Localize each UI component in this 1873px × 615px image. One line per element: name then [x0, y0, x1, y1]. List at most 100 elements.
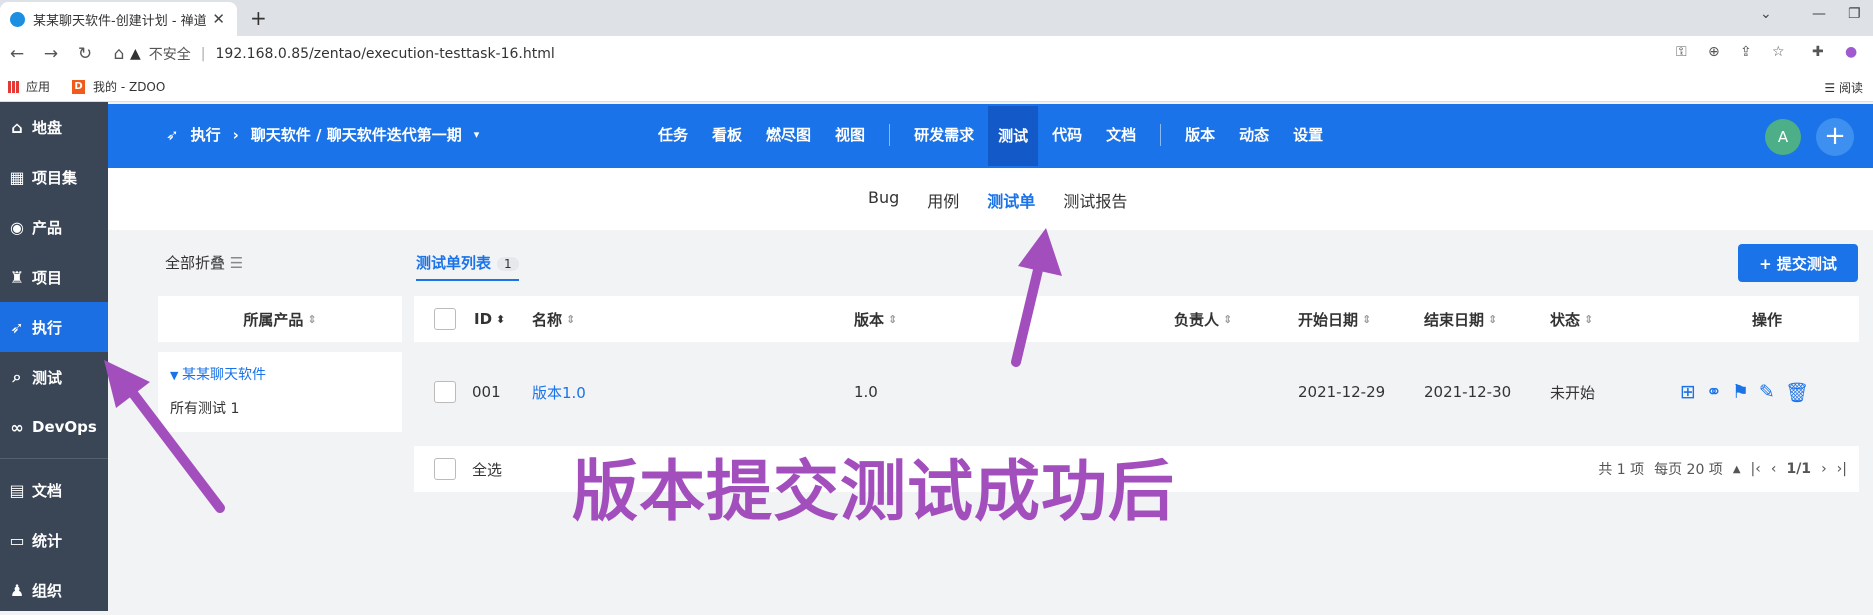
back-icon[interactable]: ←	[0, 44, 34, 64]
url-separator: |	[200, 46, 206, 62]
nav-kanban[interactable]: 看板	[712, 124, 742, 166]
sidebar-item-programs[interactable]: ▦ 项目集	[0, 152, 108, 202]
browser-tab-strip: 某某聊天软件-创建计划 - 禅道 ✕ + ⌄ — ❐	[0, 0, 1873, 36]
subnav-testtask[interactable]: 测试单	[987, 188, 1035, 212]
col-begin[interactable]: 开始日期 ⇕	[1298, 296, 1371, 342]
col-end[interactable]: 结束日期 ⇕	[1424, 296, 1497, 342]
row-status: 未开始	[1550, 383, 1596, 402]
sort-desc-icon: ⬍	[496, 312, 506, 326]
select-all-label[interactable]: 全选	[472, 446, 502, 492]
row-name-link[interactable]: 版本1.0	[532, 352, 586, 432]
col-build[interactable]: 版本 ⇕	[854, 296, 897, 342]
header-checkbox[interactable]	[434, 308, 456, 330]
home-icon: ⌂	[11, 117, 23, 137]
sidebar-item-org[interactable]: ♟ 组织	[0, 565, 108, 615]
nav-code[interactable]: 代码	[1052, 124, 1082, 166]
bookmark-apps[interactable]: 应用	[8, 78, 50, 95]
url-text: 192.168.0.85/zentao/execution-testtask-1…	[215, 46, 555, 62]
subnav-bug[interactable]: Bug	[868, 188, 899, 212]
restore-icon[interactable]: ❐	[1848, 6, 1861, 22]
sidebar-item-product[interactable]: ◉ 产品	[0, 202, 108, 252]
prev-page-icon[interactable]: ‹	[1771, 461, 1777, 477]
doc-icon: ▤	[9, 480, 25, 500]
per-page-caret-icon[interactable]: ▲	[1733, 464, 1741, 475]
flag-icon[interactable]: ⚑	[1732, 381, 1749, 403]
new-tab-button[interactable]: +	[250, 6, 267, 30]
url-field[interactable]: ▲ 不安全 | 192.168.0.85/zentao/execution-te…	[130, 40, 1650, 68]
sidebar-label: 执行	[32, 318, 63, 337]
close-tab-icon[interactable]: ✕	[212, 10, 225, 28]
pager-total: 共 1 项	[1598, 462, 1645, 478]
crumb-section[interactable]: 执行	[191, 124, 221, 145]
star-icon[interactable]: ☆	[1772, 44, 1785, 60]
tab-testtask-list[interactable]: 测试单列表 1	[416, 252, 519, 281]
browser-tab[interactable]: 某某聊天软件-创建计划 - 禅道 ✕	[0, 2, 237, 36]
row-checkbox[interactable]	[434, 381, 456, 403]
nav-build[interactable]: 版本	[1185, 124, 1215, 166]
avatar[interactable]: A	[1765, 119, 1801, 155]
submit-test-button[interactable]: + 提交测试	[1738, 244, 1858, 282]
col-owner[interactable]: 负责人 ⇕	[1174, 296, 1232, 342]
apps-grid-icon	[8, 80, 20, 93]
edit-icon[interactable]: ✎	[1759, 381, 1775, 403]
select-all-checkbox[interactable]	[434, 458, 456, 480]
nav-doc[interactable]: 文档	[1106, 124, 1136, 166]
next-page-icon[interactable]: ›	[1821, 461, 1827, 477]
profile-icon[interactable]: ●	[1845, 44, 1857, 60]
col-name[interactable]: 名称 ⇕	[532, 296, 575, 342]
sidebar-item-stats[interactable]: ▭ 统计	[0, 515, 108, 565]
col-id[interactable]: ID ⬍	[474, 296, 505, 342]
forward-icon[interactable]: →	[34, 44, 68, 64]
bookmark-zdoo[interactable]: D 我的 - ZDOO	[72, 78, 165, 95]
zdoo-logo-icon: D	[72, 79, 86, 94]
reader-mode[interactable]: ☰ 阅读	[1824, 79, 1863, 96]
product-tree-item[interactable]: ▼ 某某聊天软件	[170, 364, 390, 384]
sidebar-item-execution[interactable]: ➶ 执行	[0, 302, 108, 352]
nav-dynamic[interactable]: 动态	[1239, 124, 1269, 166]
nav-task[interactable]: 任务	[658, 124, 688, 166]
product-column-header[interactable]: 所属产品 ⇕	[158, 296, 402, 342]
last-page-icon[interactable]: ›|	[1837, 461, 1847, 477]
nav-view[interactable]: 视图	[835, 124, 865, 166]
all-tests-item[interactable]: 所有测试 1	[170, 398, 390, 418]
nav-settings[interactable]: 设置	[1293, 124, 1323, 166]
sidebar-item-docs[interactable]: ▤ 文档	[0, 465, 108, 515]
tab-search-icon[interactable]: ⌄	[1760, 6, 1772, 22]
product-tree: ▼ 某某聊天软件 所有测试 1	[158, 352, 402, 432]
crumb-path[interactable]: 聊天软件 / 聊天软件迭代第一期	[251, 124, 462, 145]
subnav-case[interactable]: 用例	[927, 188, 959, 212]
collapse-all-toggle[interactable]: 全部折叠 ☰	[165, 252, 243, 273]
delete-icon[interactable]: 🗑	[1785, 381, 1809, 404]
nav-test[interactable]: 测试	[988, 106, 1039, 166]
sidebar-item-devops[interactable]: ∞ DevOps	[0, 402, 108, 452]
sidebar-item-project[interactable]: ♜ 项目	[0, 252, 108, 302]
minimize-icon[interactable]: —	[1812, 6, 1826, 22]
sort-icon: ⇕	[888, 312, 898, 326]
reload-icon[interactable]: ↻	[68, 44, 102, 64]
sort-icon: ⇕	[1584, 312, 1594, 326]
share-icon[interactable]: ⇪	[1740, 44, 1752, 60]
sort-icon: ⇕	[1362, 312, 1372, 326]
sidebar-item-test[interactable]: ⌕ 测试	[0, 352, 108, 402]
rocket-icon: ♜	[9, 267, 25, 287]
top-navbar: ➶ 执行 › 聊天软件 / 聊天软件迭代第一期 ▾ 任务 看板 燃尽图 视图 研…	[108, 104, 1873, 168]
col-status[interactable]: 状态 ⇕	[1550, 296, 1593, 342]
create-plus-button[interactable]: +	[1816, 118, 1854, 156]
execution-nav: 任务 看板 燃尽图 视图 研发需求 测试 代码 文档 版本 动态 设置	[658, 106, 1347, 166]
key-icon[interactable]: ⚿	[1676, 44, 1687, 60]
nav-burndown[interactable]: 燃尽图	[766, 124, 811, 166]
chevron-down-icon[interactable]: ▾	[474, 128, 480, 141]
subnav-report[interactable]: 测试报告	[1063, 188, 1127, 212]
nav-story[interactable]: 研发需求	[914, 124, 974, 166]
address-bar-row: ← → ↻ ⌂ ▲ 不安全 | 192.168.0.85/zentao/exec…	[0, 36, 1873, 72]
sidebar-item-dashboard[interactable]: ⌂ 地盘	[0, 102, 108, 152]
product-name: 某某聊天软件	[181, 367, 266, 383]
pager-per-page[interactable]: 每页 20 项	[1654, 459, 1723, 479]
first-page-icon[interactable]: |‹	[1751, 461, 1761, 477]
location-icon: ◉	[10, 217, 24, 237]
table-row[interactable]: 001 版本1.0 1.0 2021-12-29 2021-12-30 未开始 …	[414, 352, 1859, 432]
zoom-icon[interactable]: ⊕	[1708, 44, 1720, 60]
extensions-icon[interactable]: ✚	[1812, 44, 1824, 60]
cases-icon[interactable]: ⊞	[1680, 381, 1696, 403]
link-icon[interactable]: ⚭	[1706, 381, 1722, 403]
